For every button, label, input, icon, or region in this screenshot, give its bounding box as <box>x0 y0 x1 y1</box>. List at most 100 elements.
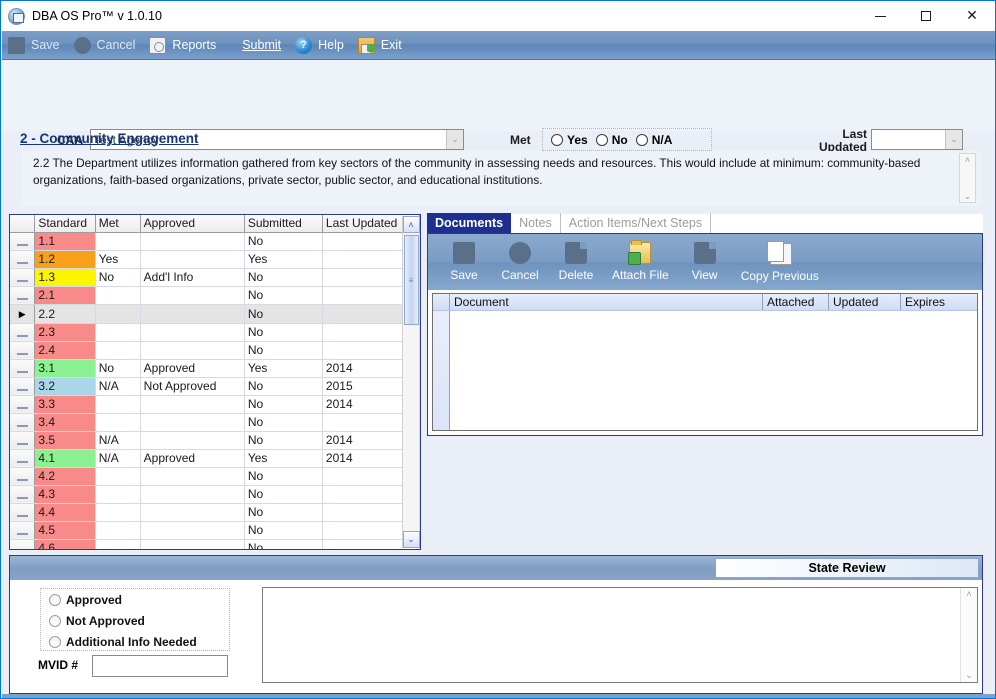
grid-cell-standard[interactable]: 3.3 <box>34 395 96 414</box>
grid-cell-met[interactable] <box>95 503 141 522</box>
grid-row-selector[interactable] <box>10 395 36 414</box>
grid-cell-met[interactable] <box>95 521 141 540</box>
grid-row-selector[interactable] <box>10 539 36 549</box>
table-row[interactable]: 2.3 No <box>10 323 420 342</box>
met-radio-yes[interactable]: Yes <box>551 133 588 147</box>
grid-row-selector[interactable] <box>10 341 36 360</box>
grid-cell-met[interactable]: N/A <box>95 377 141 396</box>
grid-cell-submitted[interactable]: Yes <box>244 359 323 378</box>
grid-cell-submitted[interactable]: No <box>244 413 323 432</box>
grid-cell-met[interactable]: No <box>95 359 141 378</box>
grid-row-selector[interactable] <box>10 250 36 269</box>
grid-cell-submitted[interactable]: Yes <box>244 449 323 468</box>
grid-cell-approved[interactable] <box>140 395 245 414</box>
grid-cell-met[interactable] <box>95 286 141 305</box>
grid-cell-approved[interactable]: Add'l Info <box>140 268 245 287</box>
tab-action-items[interactable]: Action Items/Next Steps <box>561 213 712 233</box>
grid-row-selector[interactable] <box>10 413 36 432</box>
grid-cell-approved[interactable]: Approved <box>140 359 245 378</box>
grid-cell-approved[interactable] <box>140 431 245 450</box>
tab-documents[interactable]: Documents <box>427 213 512 233</box>
state-review-notes-textarea[interactable]: ˄ ⌄ <box>262 587 978 683</box>
grid-col-approved[interactable]: Approved <box>140 215 245 233</box>
grid-cell-submitted[interactable]: No <box>244 304 323 324</box>
grid-cell-standard[interactable]: 1.3 <box>34 268 96 287</box>
grid-cell-standard[interactable]: 1.1 <box>34 232 96 251</box>
grid-row-selector[interactable]: ▶ <box>10 304 36 324</box>
grid-cell-met[interactable]: N/A <box>95 431 141 450</box>
documents-col-updated[interactable]: Updated <box>829 294 901 310</box>
grid-cell-submitted[interactable]: No <box>244 341 323 360</box>
scroll-down-icon[interactable]: ⌄ <box>965 669 973 682</box>
grid-cell-approved[interactable]: Approved <box>140 449 245 468</box>
grid-scroll-down-button[interactable]: ⌄ <box>402 531 420 548</box>
grid-cell-met[interactable] <box>95 232 141 251</box>
grid-cell-submitted[interactable]: No <box>244 503 323 522</box>
grid-row-selector[interactable] <box>10 431 36 450</box>
grid-cell-approved[interactable] <box>140 539 245 549</box>
grid-row-selector[interactable] <box>10 286 36 305</box>
grid-cell-standard[interactable]: 1.2 <box>34 250 96 269</box>
grid-cell-standard[interactable]: 3.4 <box>34 413 96 432</box>
table-row[interactable]: ▶ 2.2 No <box>10 304 420 324</box>
toolbar-exit-button[interactable]: Exit <box>352 31 410 60</box>
doc-save-button[interactable]: Save <box>436 236 492 288</box>
doc-view-button[interactable]: View <box>677 236 733 288</box>
grid-cell-met[interactable] <box>95 395 141 414</box>
tab-state-review[interactable]: State Review <box>715 558 979 578</box>
table-row[interactable]: 2.1 No <box>10 286 420 305</box>
table-row[interactable]: 2.4 No <box>10 341 420 360</box>
grid-cell-approved[interactable] <box>140 286 245 305</box>
table-row[interactable]: 3.3 No 2014 <box>10 395 420 414</box>
state-review-radio-not-approved[interactable]: Not Approved <box>49 610 229 631</box>
grid-cell-met[interactable]: N/A <box>95 449 141 468</box>
grid-cell-submitted[interactable]: No <box>244 431 323 450</box>
grid-cell-met[interactable] <box>95 341 141 360</box>
grid-row-selector[interactable] <box>10 268 36 287</box>
documents-col-expires[interactable]: Expires <box>901 294 977 310</box>
table-row[interactable]: 4.1 N/A Approved Yes 2014 <box>10 449 420 468</box>
table-row[interactable]: 4.4 No <box>10 503 420 522</box>
grid-cell-standard[interactable]: 4.6 <box>34 539 96 549</box>
minimize-button[interactable] <box>857 1 903 31</box>
grid-cell-met[interactable]: Yes <box>95 250 141 269</box>
table-row[interactable]: 4.3 No <box>10 485 420 504</box>
grid-cell-submitted[interactable]: No <box>244 286 323 305</box>
grid-row-selector[interactable] <box>10 503 36 522</box>
table-row[interactable]: 1.2 Yes Yes <box>10 250 420 269</box>
grid-col-submitted[interactable]: Submitted <box>244 215 323 233</box>
table-row[interactable]: 3.2 N/A Not Approved No 2015 <box>10 377 420 396</box>
doc-copy-previous-button[interactable]: Copy Previous <box>733 236 827 288</box>
grid-cell-approved[interactable] <box>140 323 245 342</box>
grid-row-selector[interactable] <box>10 323 36 342</box>
grid-cell-approved[interactable] <box>140 503 245 522</box>
doc-cancel-button[interactable]: Cancel <box>492 236 548 288</box>
grid-cell-standard[interactable]: 2.4 <box>34 341 96 360</box>
maximize-button[interactable] <box>903 1 949 31</box>
grid-cell-met[interactable] <box>95 413 141 432</box>
grid-cell-approved[interactable] <box>140 467 245 486</box>
scroll-down-icon[interactable]: ⌄ <box>964 190 972 202</box>
grid-cell-approved[interactable]: Not Approved <box>140 377 245 396</box>
grid-cell-approved[interactable] <box>140 521 245 540</box>
grid-cell-met[interactable] <box>95 304 141 324</box>
table-row[interactable]: 4.2 No <box>10 467 420 486</box>
grid-cell-approved[interactable] <box>140 485 245 504</box>
grid-cell-submitted[interactable]: No <box>244 485 323 504</box>
state-review-radio-approved[interactable]: Approved <box>49 589 229 610</box>
table-row[interactable]: 4.6 No <box>10 539 420 549</box>
met-radio-na[interactable]: N/A <box>635 133 672 147</box>
grid-col-met[interactable]: Met <box>95 215 141 233</box>
grid-cell-standard[interactable]: 3.5 <box>34 431 96 450</box>
grid-cell-met[interactable] <box>95 323 141 342</box>
documents-col-document[interactable]: Document <box>450 294 763 310</box>
grid-row-selector[interactable] <box>10 485 36 504</box>
grid-cell-standard[interactable]: 4.3 <box>34 485 96 504</box>
table-row[interactable]: 1.3 No Add'l Info No <box>10 268 420 287</box>
grid-cell-submitted[interactable]: No <box>244 323 323 342</box>
toolbar-cancel-button[interactable]: Cancel <box>68 31 144 60</box>
tab-notes[interactable]: Notes <box>511 213 561 233</box>
grid-cell-met[interactable] <box>95 467 141 486</box>
grid-cell-met[interactable]: No <box>95 268 141 287</box>
table-row[interactable]: 3.1 No Approved Yes 2014 <box>10 359 420 378</box>
